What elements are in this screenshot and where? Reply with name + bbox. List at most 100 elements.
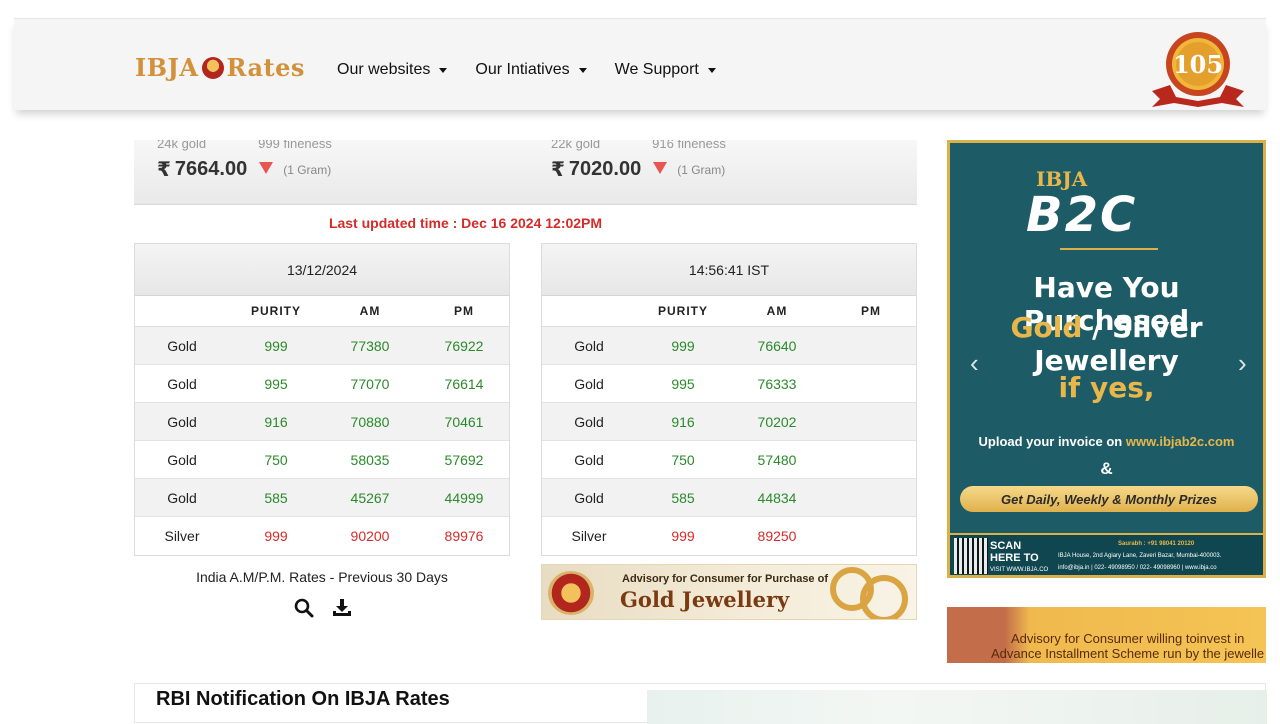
metal-cell: Silver [571, 528, 607, 544]
metal-cell: Gold [574, 413, 604, 430]
table-row: Gold 999 76640 [542, 327, 916, 365]
nav-our-websites[interactable]: Our websites [337, 61, 448, 79]
site-header: IBJA Rates Our websites Our Intiatives W… [14, 18, 1266, 110]
last-updated-time: Last updated time : Dec 16 2024 12:02PM [328, 215, 603, 231]
purity-cell: 585 [671, 489, 695, 506]
carousel-next-icon[interactable]: › [1238, 350, 1254, 376]
col-purity: PURITY [250, 304, 301, 318]
qr-code-icon [954, 538, 988, 574]
purity-cell: 916 [264, 413, 288, 430]
am-rate-cell: 89250 [757, 528, 797, 544]
rbi-notification-card: RBI Notification On IBJA Rates [134, 683, 1267, 724]
ad-b2c-logo: B2C [1026, 187, 1138, 243]
metal-cell: Gold [167, 375, 197, 392]
ad-gold-word: Gold [1010, 311, 1083, 344]
scan-line-2: HERE TO [990, 552, 1039, 564]
table-row: Gold 995 77070 76614 [135, 365, 509, 403]
col-pm: PM [861, 304, 881, 318]
rates-table-previous: 13/12/2024 PURITY AM PM Gold 999 77380 7692… [134, 243, 510, 556]
table-row: Gold 750 57480 [542, 441, 916, 479]
ad-upload-text: Upload your invoice on www.ibjab2c.com [950, 434, 1263, 449]
am-rate-cell: 76333 [757, 375, 797, 392]
caret-down-icon [707, 67, 716, 73]
ad-upload-link[interactable]: www.ibjab2c.com [1126, 434, 1235, 449]
purity-cell: 750 [264, 451, 288, 468]
table-row: Silver 999 90200 89976 [135, 517, 509, 555]
metal-cell: Gold [574, 337, 604, 354]
metal-cell: Gold [574, 451, 604, 468]
gold-ring-icon [860, 575, 908, 619]
am-rate-cell: 58035 [350, 451, 390, 468]
purity-cell: 999 [264, 528, 288, 544]
metal-cell: Gold [167, 451, 197, 468]
metal-cell: Silver [164, 528, 200, 544]
table-row: Gold 585 45267 44999 [135, 479, 509, 517]
price-value: 7664.00 [174, 158, 248, 180]
price-unit: (1 Gram) [677, 162, 726, 177]
nav-our-initiatives[interactable]: Our Intiatives [475, 61, 587, 79]
table-row: Silver 999 89250 [542, 517, 916, 555]
col-pm: PM [454, 304, 474, 318]
am-rate-cell: 44834 [757, 489, 797, 506]
previous-30-days-link[interactable]: India A.M/P.M. Rates - Previous 30 Days [134, 569, 510, 585]
metal-cell: Gold [574, 375, 604, 392]
rbi-banner-image[interactable] [647, 690, 1267, 724]
ad-address: IBJA House, 2nd Agiary Lane, Zaveri Baza… [1058, 553, 1222, 559]
am-rate-cell: 76640 [757, 337, 797, 354]
ibja-rates-logo[interactable]: IBJA Rates [135, 49, 305, 85]
price-currency: ₹ [551, 159, 565, 181]
rates-table-live: 14:56:41 IST PURITY AM PM Gold 999 76640 Go… [541, 243, 917, 556]
pm-rate-cell: 76614 [444, 375, 484, 392]
metal-cell: Gold [574, 489, 604, 506]
ad-prize-pill: Get Daily, Weekly & Monthly Prizes [960, 486, 1258, 512]
purity-cell: 999 [264, 337, 288, 354]
ibja-emblem-icon [201, 57, 224, 79]
download-icon[interactable] [332, 598, 352, 618]
ad-upload-prefix: Upload your invoice on [978, 434, 1123, 449]
ad-headline-3: if yes, [1058, 371, 1155, 404]
table-column-headers: PURITY AM PM [135, 296, 509, 327]
table-row: Gold 585 44834 [542, 479, 916, 517]
am-rate-cell: 77380 [350, 337, 390, 354]
price-unit: (1 Gram) [283, 162, 332, 177]
col-am: AM [766, 304, 788, 318]
am-rate-cell: 45267 [350, 489, 390, 506]
ibja-105-years-badge: 105 [1152, 32, 1244, 107]
ibja-b2c-ad-carousel[interactable]: IBJA B2C Have You Purchased Gold / Silve… [947, 140, 1266, 578]
carousel-prev-icon[interactable]: ‹ [970, 350, 986, 376]
advisory-gold-jewellery-banner[interactable]: Advisory for Consumer for Purchase of Go… [541, 564, 917, 620]
table-row: Gold 995 76333 [542, 365, 916, 403]
table-row: Gold 750 58035 57692 [135, 441, 509, 479]
metal-cell: Gold [167, 413, 197, 430]
main-nav: Our websites Our Intiatives We Support [337, 61, 716, 79]
search-icon[interactable] [294, 598, 314, 618]
metal-cell: Gold [167, 337, 197, 354]
scan-line-3: VISIT WWW.IBJA.CO [990, 567, 1049, 573]
ad-divider [1060, 248, 1158, 250]
am-rate-cell: 70880 [350, 413, 390, 430]
price-fineness: 999 fineness [258, 140, 332, 151]
ad-footer: SCAN HERE TO VISIT WWW.IBJA.CO Saurabh :… [950, 533, 1263, 575]
advisory-installment-banner[interactable]: Advisory for Consumer willing toinvest i… [947, 607, 1266, 663]
pm-rate-cell: 76922 [444, 337, 484, 354]
price-type: 22k gold [551, 140, 601, 151]
nav-label: We Support [614, 61, 699, 78]
table-column-headers: PURITY AM PM [542, 296, 916, 327]
nav-we-support[interactable]: We Support [615, 61, 716, 79]
scan-line-1: SCAN [990, 540, 1022, 552]
col-am: AM [359, 304, 381, 318]
pm-rate-cell: 89976 [444, 528, 484, 544]
nav-label: Our websites [337, 61, 431, 78]
price-block-24k: 24k gold 999 fineness ₹ 7664.00 (1 Gram) [157, 140, 332, 182]
ad2-line-1: Advisory for Consumer willing toinvest i… [1011, 631, 1245, 646]
trend-down-icon [259, 161, 274, 174]
ibja-seal-icon [548, 571, 594, 615]
price-type: 24k gold [157, 140, 207, 151]
rate-tools [294, 598, 352, 618]
table-row: Gold 916 70202 [542, 403, 916, 441]
table-row: Gold 916 70880 70461 [135, 403, 509, 441]
table-row: Gold 999 77380 76922 [135, 327, 509, 365]
pm-rate-cell: 57692 [444, 451, 484, 468]
ad-contact: Saurabh : +91 98041 20120 [1118, 541, 1195, 547]
purity-cell: 750 [671, 451, 695, 468]
